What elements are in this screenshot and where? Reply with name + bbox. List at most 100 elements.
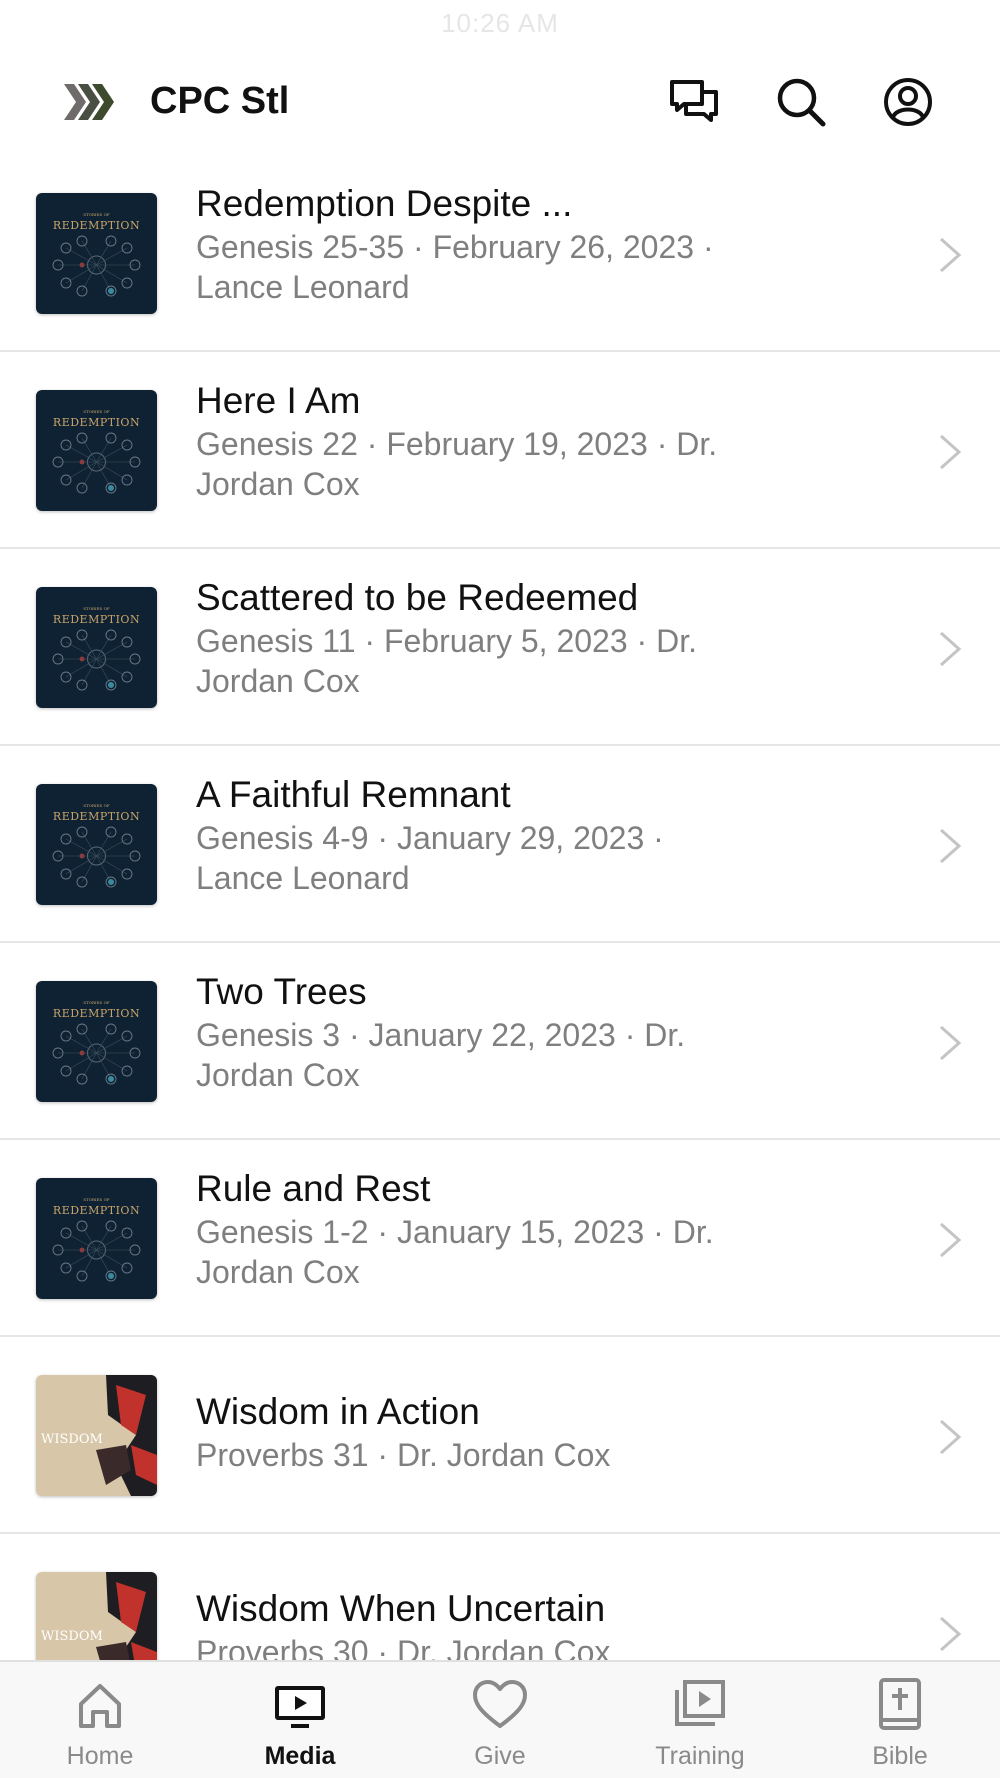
sermon-title: Rule and Rest: [196, 1168, 431, 1209]
bible-icon: [879, 1678, 921, 1730]
sermon-row[interactable]: STORIES OF REDEMPTION Rule and Rest Genesis…: [0, 1140, 1000, 1337]
svg-text:WISDOM: WISDOM: [41, 1629, 103, 1644]
sermon-speaker: Jordan Cox: [196, 663, 360, 699]
sermon-artwork: WISDOM: [36, 1572, 157, 1660]
chevron-logo-icon: [64, 80, 118, 124]
redemption-artwork: STORIES OF REDEMPTION: [36, 981, 157, 1102]
svg-text:STORIES OF: STORIES OF: [83, 212, 109, 217]
svg-text:WISDOM: WISDOM: [41, 1432, 103, 1447]
redemption-artwork: STORIES OF REDEMPTION: [36, 587, 157, 708]
svg-text:REDEMPTION: REDEMPTION: [53, 810, 140, 823]
redemption-artwork: STORIES OF REDEMPTION: [36, 784, 157, 905]
sermon-row[interactable]: STORIES OF REDEMPTION Two Trees Genesis 3 ·…: [0, 943, 1000, 1140]
sermon-row[interactable]: WISDOM Wisdom When Uncertain Proverbs 30 ·…: [0, 1534, 1000, 1660]
sermon-meta: Genesis 4-9 · January 29, 2023 ·: [196, 820, 664, 856]
status-bar-time: 10:26 AM: [441, 8, 559, 38]
sermon-text: Wisdom When Uncertain Proverbs 30 · Dr. J…: [196, 1586, 776, 1660]
sermon-artwork: STORIES OF REDEMPTION: [36, 981, 157, 1102]
media-icon: [275, 1686, 325, 1728]
chat-button[interactable]: [668, 76, 720, 128]
sermon-title: Redemption Despite ...: [196, 183, 573, 224]
svg-text:STORIES OF: STORIES OF: [83, 1197, 109, 1202]
sermon-text: Two Trees Genesis 3 · January 22, 2023 · …: [196, 969, 776, 1095]
sermon-row[interactable]: WISDOM Wisdom in Action Proverbs 31 · Dr. …: [0, 1337, 1000, 1534]
sermon-artwork: WISDOM: [36, 1375, 157, 1496]
tab-label: Bible: [872, 1742, 928, 1770]
sermon-title: Here I Am: [196, 380, 361, 421]
wisdom-artwork: WISDOM: [36, 1572, 157, 1660]
sermon-artwork: STORIES OF REDEMPTION: [36, 1178, 157, 1299]
app-header: CPC Stl: [0, 60, 1000, 142]
redemption-artwork: STORIES OF REDEMPTION: [36, 193, 157, 314]
tab-label: Home: [66, 1742, 134, 1770]
sermon-speaker: Lance Leonard: [196, 860, 410, 896]
sermon-list: STORIES OF REDEMPTION Redemption Despite .…: [0, 155, 1000, 1660]
sermon-text: Redemption Despite ... Genesis 25-35 · Fe…: [196, 181, 776, 307]
tab-bible[interactable]: Bible: [800, 1676, 1000, 1771]
sermon-speaker: Jordan Cox: [196, 1254, 360, 1290]
sermon-title: Two Trees: [196, 971, 367, 1012]
sermon-title: Wisdom When Uncertain: [196, 1588, 606, 1629]
sermon-meta: Genesis 3 · January 22, 2023 · Dr.: [196, 1017, 686, 1053]
sermon-meta: Genesis 25-35 · February 26, 2023 ·: [196, 229, 714, 265]
sermon-text: Wisdom in Action Proverbs 31 · Dr. Jordan…: [196, 1389, 776, 1475]
sermon-text: Scattered to be Redeemed Genesis 11 · Feb…: [196, 575, 776, 701]
sermon-row[interactable]: STORIES OF REDEMPTION Here I Am Genesis 22 …: [0, 352, 1000, 549]
svg-text:STORIES OF: STORIES OF: [83, 409, 109, 414]
tab-label: Give: [474, 1742, 526, 1770]
bottom-tab-bar: Home Media Give Training Bible: [0, 1660, 1000, 1778]
sermon-title: Scattered to be Redeemed: [196, 577, 639, 618]
search-icon: [777, 78, 826, 127]
chat-icon: [670, 80, 718, 122]
svg-text:REDEMPTION: REDEMPTION: [53, 1204, 140, 1217]
sermon-text: A Faithful Remnant Genesis 4-9 · January …: [196, 772, 776, 898]
svg-text:STORIES OF: STORIES OF: [83, 1000, 109, 1005]
sermon-meta: Genesis 1-2 · January 15, 2023 · Dr.: [196, 1214, 714, 1250]
sermon-row[interactable]: STORIES OF REDEMPTION Redemption Despite .…: [0, 155, 1000, 352]
chevron-right-icon: [935, 1417, 965, 1457]
redemption-artwork: STORIES OF REDEMPTION: [36, 390, 157, 511]
app-title: CPC Stl: [150, 80, 290, 122]
sermon-text: Rule and Rest Genesis 1-2 · January 15, 2…: [196, 1166, 776, 1292]
search-button[interactable]: [775, 76, 827, 128]
sermon-title: A Faithful Remnant: [196, 774, 511, 815]
tab-give[interactable]: Give: [400, 1676, 600, 1771]
svg-text:REDEMPTION: REDEMPTION: [53, 613, 140, 626]
sermon-title: Wisdom in Action: [196, 1391, 480, 1432]
chevron-right-icon: [935, 1023, 965, 1063]
heart-icon: [473, 1680, 527, 1728]
sermon-meta: Genesis 22 · February 19, 2023 · Dr.: [196, 426, 718, 462]
svg-text:STORIES OF: STORIES OF: [83, 606, 109, 611]
chevron-right-icon: [935, 235, 965, 275]
tab-label: Training: [655, 1742, 745, 1770]
sermon-row[interactable]: STORIES OF REDEMPTION A Faithful Remnant Ge…: [0, 746, 1000, 943]
tab-training[interactable]: Training: [600, 1676, 800, 1771]
svg-text:STORIES OF: STORIES OF: [83, 803, 109, 808]
chevron-right-icon: [935, 629, 965, 669]
svg-text:REDEMPTION: REDEMPTION: [53, 219, 140, 232]
sermon-speaker: Lance Leonard: [196, 269, 410, 305]
sermon-meta: Proverbs 31 · Dr. Jordan Cox: [196, 1437, 611, 1473]
chevron-right-icon: [935, 1220, 965, 1260]
sermon-speaker: Jordan Cox: [196, 466, 360, 502]
sermon-artwork: STORIES OF REDEMPTION: [36, 390, 157, 511]
sermon-artwork: STORIES OF REDEMPTION: [36, 784, 157, 905]
chevron-right-icon: [935, 432, 965, 472]
svg-text:REDEMPTION: REDEMPTION: [53, 416, 140, 429]
sermon-meta: Genesis 11 · February 5, 2023 · Dr.: [196, 623, 697, 659]
sermon-row[interactable]: STORIES OF REDEMPTION Scattered to be Rede…: [0, 549, 1000, 746]
sermon-speaker: Jordan Cox: [196, 1057, 360, 1093]
profile-button[interactable]: [882, 76, 934, 128]
tab-home[interactable]: Home: [0, 1676, 200, 1771]
wisdom-artwork: WISDOM: [36, 1375, 157, 1496]
sermon-artwork: STORIES OF REDEMPTION: [36, 193, 157, 314]
chevron-right-icon: [935, 1614, 965, 1654]
redemption-artwork: STORIES OF REDEMPTION: [36, 1178, 157, 1299]
tab-label: Media: [264, 1742, 336, 1770]
home-icon: [79, 1684, 121, 1728]
sermon-text: Here I Am Genesis 22 · February 19, 2023 …: [196, 378, 776, 504]
sermon-artwork: STORIES OF REDEMPTION: [36, 587, 157, 708]
chevron-right-icon: [935, 826, 965, 866]
tab-media[interactable]: Media: [200, 1676, 400, 1771]
sermon-meta: Proverbs 30 · Dr. Jordan Cox: [196, 1634, 611, 1660]
